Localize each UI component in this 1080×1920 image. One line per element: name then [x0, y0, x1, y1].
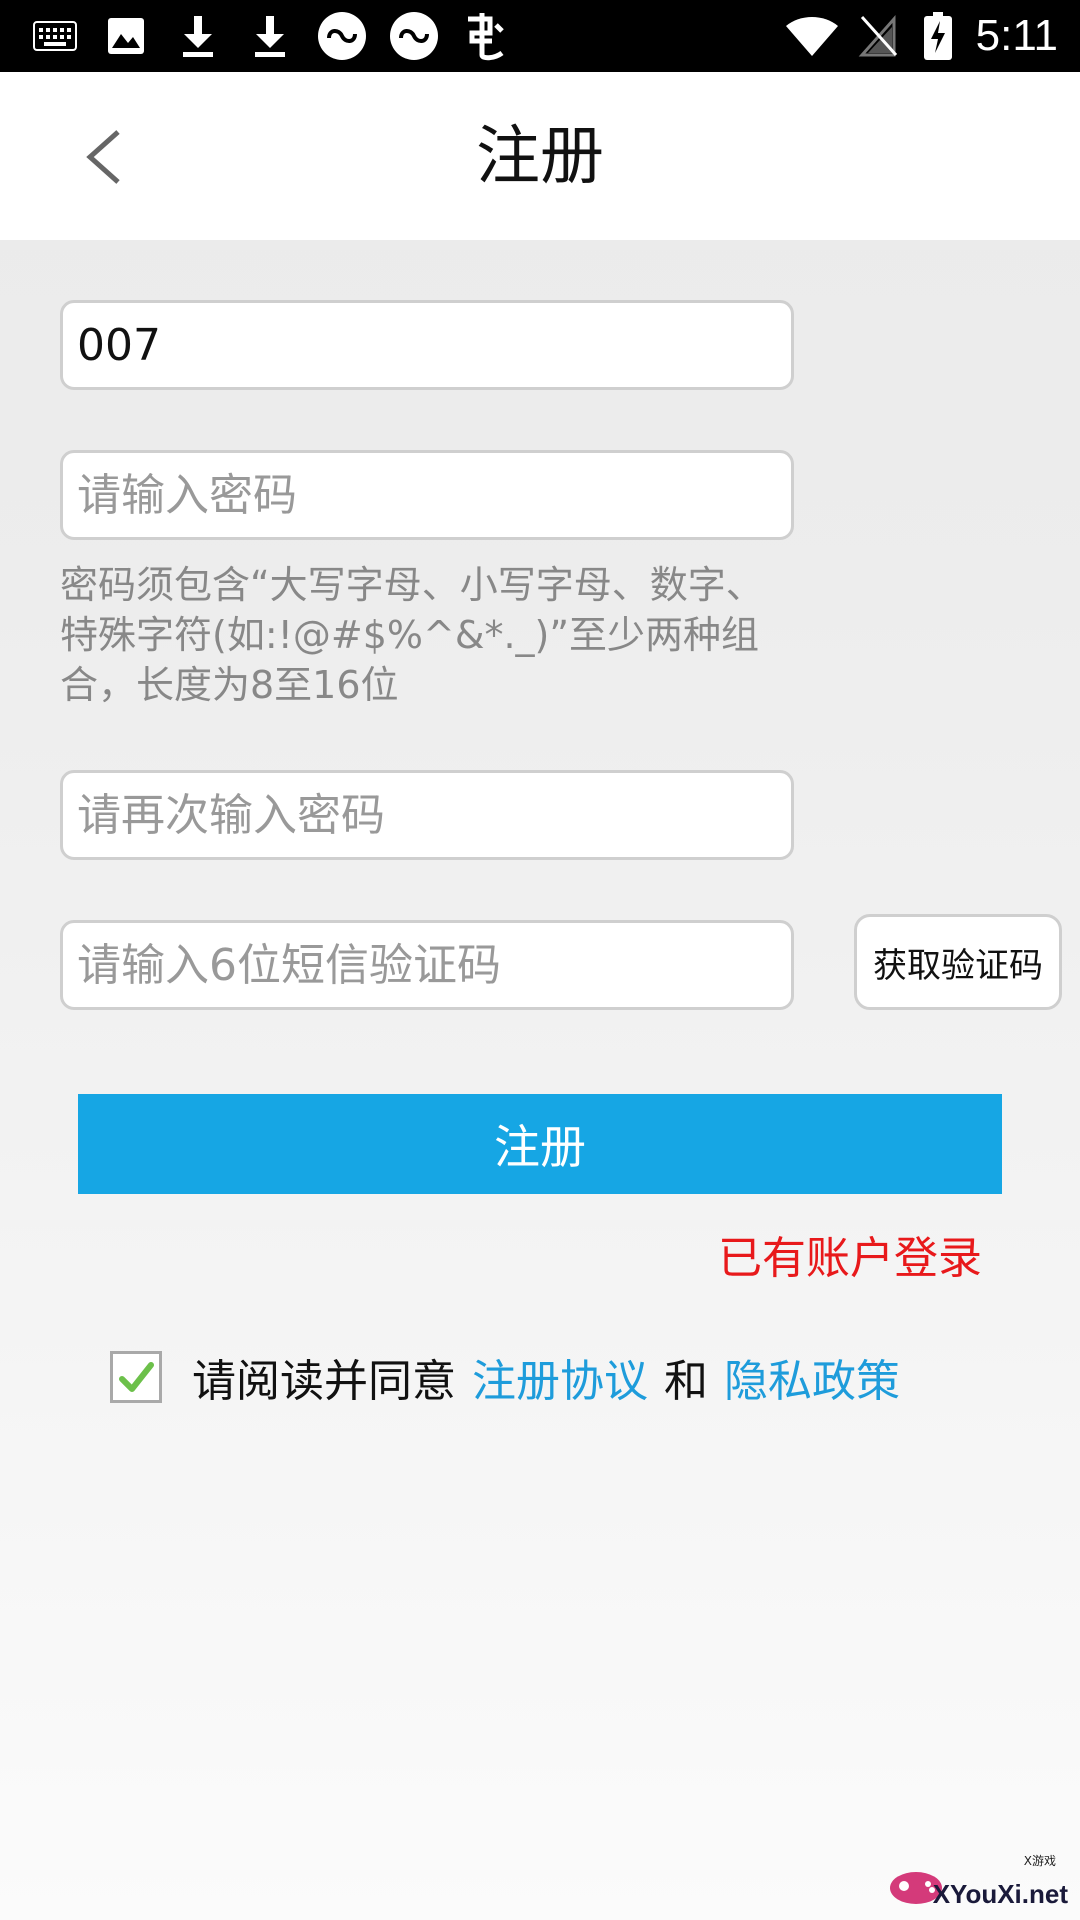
register-button[interactable]: 注册 — [78, 1094, 1002, 1194]
check-icon — [119, 1362, 154, 1392]
agreement-prefix: 请阅读并同意 — [192, 1356, 456, 1407]
confirm-password-input[interactable] — [77, 789, 791, 841]
username-input[interactable] — [77, 319, 791, 371]
infinity-app-icon — [388, 10, 440, 62]
bug-icon — [460, 10, 512, 62]
infinity-app-icon — [316, 10, 368, 62]
confirm-password-field[interactable] — [60, 770, 794, 860]
download-icon — [248, 10, 292, 62]
status-bar: 5:11 — [0, 0, 1080, 72]
login-link[interactable]: 已有账户登录 — [718, 1222, 982, 1286]
status-time: 5:11 — [975, 11, 1058, 60]
wifi-icon — [782, 10, 842, 62]
watermark-small-text: X游戏 — [1023, 1854, 1056, 1868]
agreement-row: 请阅读并同意 注册协议 和 隐私政策 — [110, 1345, 900, 1409]
agreement-conjunction: 和 — [664, 1356, 708, 1407]
username-field[interactable] — [60, 300, 794, 390]
sms-code-field[interactable] — [60, 920, 794, 1010]
keyboard-icon — [30, 10, 80, 62]
privacy-link[interactable]: 隐私政策 — [724, 1345, 900, 1409]
no-signal-icon — [856, 10, 900, 62]
page-title: 注册 — [476, 120, 604, 194]
download-icon — [176, 10, 220, 62]
watermark-logo: X游戏 XYouXi.net — [888, 1852, 1068, 1912]
password-input[interactable] — [77, 469, 791, 521]
terms-link[interactable]: 注册协议 — [472, 1345, 648, 1409]
agreement-checkbox[interactable] — [110, 1351, 162, 1403]
battery-charging-icon — [920, 10, 956, 62]
sms-code-input[interactable] — [77, 939, 791, 991]
get-sms-code-button[interactable]: 获取验证码 — [854, 914, 1062, 1010]
password-hint: 密码须包含“大写字母、小写字母、数字、特殊字符(如:!@#$%^&*._)”至少… — [60, 563, 764, 707]
app-header: 注册 — [0, 72, 1080, 240]
image-icon — [104, 10, 148, 62]
watermark-text: XYouXi.net — [932, 1879, 1068, 1909]
password-field[interactable] — [60, 450, 794, 540]
